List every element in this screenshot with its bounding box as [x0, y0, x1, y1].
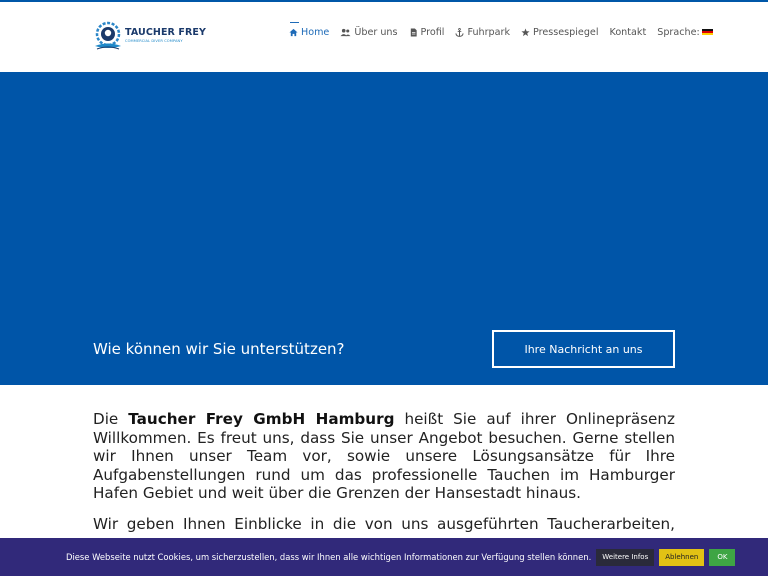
- german-flag-icon: [701, 28, 713, 36]
- users-icon: [340, 28, 351, 36]
- nav-profil-label: Profil: [420, 26, 445, 38]
- cookie-banner: Diese Webseite nutzt Cookies, um sicherz…: [0, 538, 768, 576]
- diver-helmet-logo-icon: [95, 21, 121, 50]
- logo-title: TAUCHER FREY: [125, 27, 206, 39]
- hero-banner: Wie können wir Sie unterstützen? Ihre Na…: [0, 72, 768, 385]
- language-selector[interactable]: Sprache:: [657, 27, 713, 38]
- site-logo[interactable]: TAUCHER FREY COMMERCIAL DIVER COMPANY: [93, 18, 219, 54]
- cookie-text: Diese Webseite nutzt Cookies, um sicherz…: [66, 552, 592, 562]
- star-icon: [521, 27, 530, 36]
- logo-tagline: COMMERCIAL DIVER COMPANY: [125, 38, 183, 43]
- nav-ueber-uns-label: Über uns: [354, 26, 398, 38]
- main-navigation: Home Über uns Profil Fuhrpark Pressespie…: [289, 21, 713, 40]
- nav-kontakt-label: Kontakt: [609, 26, 647, 38]
- nav-pressespiegel-label: Pressespiegel: [533, 26, 599, 38]
- cookie-accept-button[interactable]: OK: [709, 548, 736, 566]
- cookie-decline-button[interactable]: Ablehnen: [659, 548, 705, 566]
- hero-question: Wie können wir Sie unterstützen?: [93, 340, 345, 358]
- site-header: TAUCHER FREY COMMERCIAL DIVER COMPANY Ho…: [0, 2, 768, 72]
- anchor-icon: [455, 27, 465, 37]
- nav-fuhrpark-label: Fuhrpark: [467, 26, 511, 38]
- nav-kontakt[interactable]: Kontakt: [610, 27, 647, 38]
- nav-profil[interactable]: Profil: [409, 26, 445, 38]
- contact-cta-button[interactable]: Ihre Nachricht an uns: [492, 330, 675, 368]
- cookie-more-info-button[interactable]: Weitere Infos: [596, 548, 655, 566]
- nav-pressespiegel[interactable]: Pressespiegel: [521, 26, 599, 38]
- company-name: Taucher Frey GmbH Hamburg: [128, 410, 395, 428]
- nav-home-label: Home: [301, 26, 330, 38]
- welcome-paragraph: Die Taucher Frey GmbH Hamburg heißt Sie …: [93, 410, 675, 503]
- welcome-content: Die Taucher Frey GmbH Hamburg heißt Sie …: [93, 410, 675, 552]
- intro-prefix: Die: [93, 410, 129, 428]
- home-icon: [289, 28, 298, 36]
- nav-fuhrpark[interactable]: Fuhrpark: [455, 27, 510, 38]
- nav-ueber-uns[interactable]: Über uns: [340, 26, 398, 38]
- language-label: Sprache:: [657, 26, 700, 38]
- file-icon: [410, 27, 417, 37]
- nav-home[interactable]: Home: [289, 21, 330, 38]
